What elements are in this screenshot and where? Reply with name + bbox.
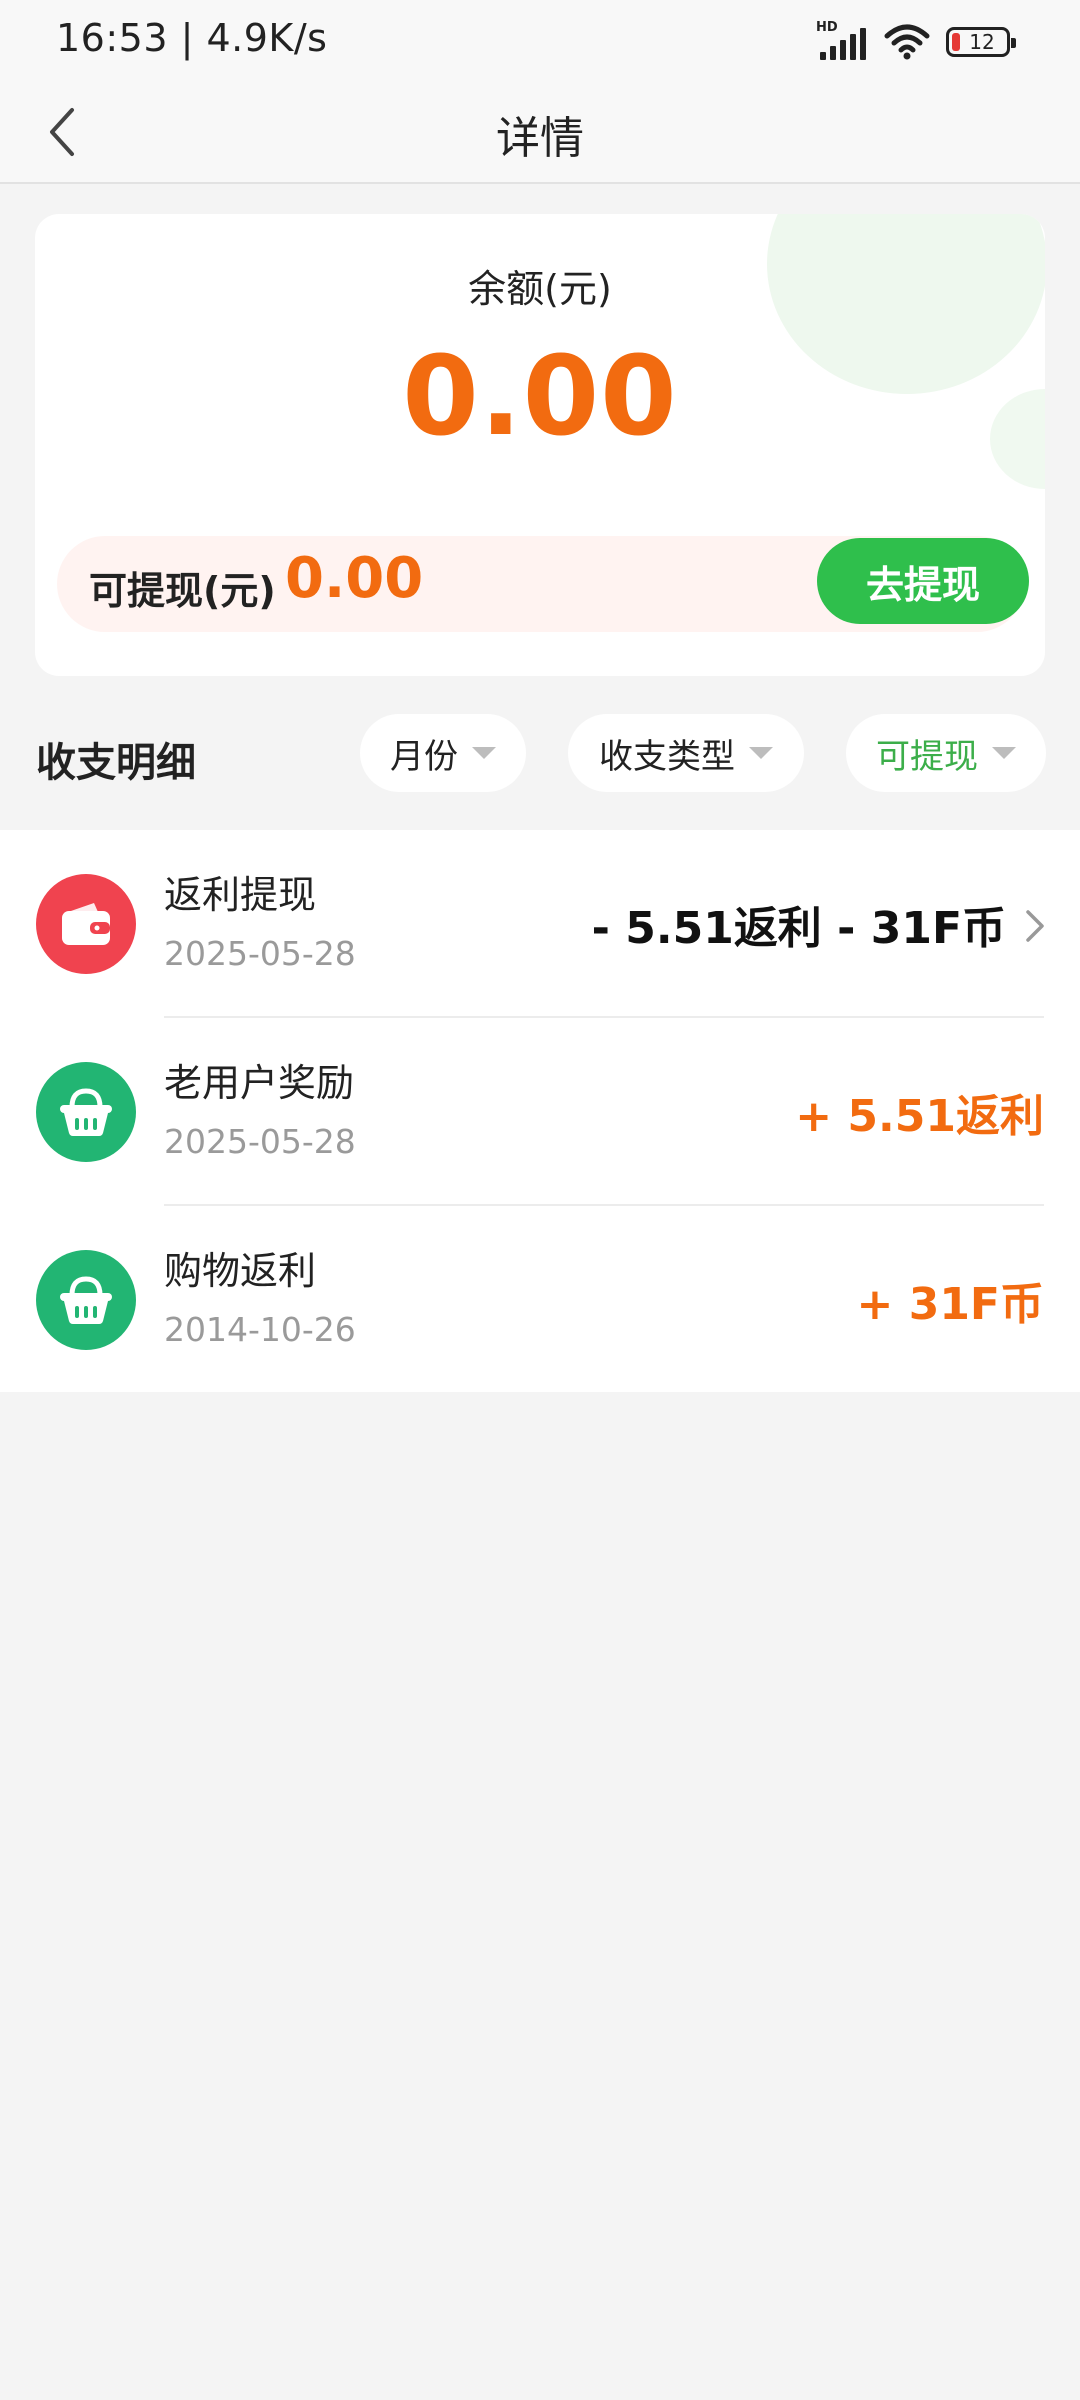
status-icons: HD 12 [816,20,1016,62]
transaction-amount: + 5.51返利 [795,1091,1044,1142]
balance-label: 余额(元) [468,267,612,311]
transaction-list: 返利提现 2025-05-28 - 5.51返利 - 31F币 老用户奖励 20… [0,830,1080,1392]
withdrawable-value: 0.00 [285,546,424,611]
transaction-row[interactable]: 老用户奖励 2025-05-28 + 5.51返利 [0,1018,1080,1206]
transaction-row[interactable]: 购物返利 2014-10-26 + 31F币 [0,1206,1080,1394]
page-title: 详情 [496,113,584,164]
transaction-title: 老用户奖励 [164,1061,355,1105]
nav-bar: 详情 [0,84,1080,184]
caret-down-icon [992,747,1016,759]
transaction-row[interactable]: 返利提现 2025-05-28 - 5.51返利 - 31F币 [0,830,1080,1018]
basket-icon [36,1250,136,1350]
month-filter[interactable]: 月份 [360,714,526,792]
status-bar: 16:53 | 4.9K/s HD 12 [0,0,1080,84]
battery-icon: 12 [946,27,1016,57]
battery-level: 12 [969,30,995,54]
transaction-title: 返利提现 [164,873,317,917]
chevron-right-icon [1026,910,1044,942]
balance-value: 0.00 [402,332,678,460]
caret-down-icon [472,747,496,759]
balance-card: 余额(元) 0.00 可提现(元) 0.00 去提现 [35,214,1045,676]
type-filter-label: 收支类型 [599,736,735,777]
section-title: 收支明细 [36,740,196,786]
transaction-date: 2025-05-28 [164,1122,356,1161]
withdrawable-filter[interactable]: 可提现 [846,714,1046,792]
month-filter-label: 月份 [390,736,458,777]
transaction-title: 购物返利 [164,1249,317,1293]
wifi-icon [884,24,930,60]
cellular-signal-icon: HD [816,20,868,62]
transaction-date: 2025-05-28 [164,934,356,973]
withdrawable-label: 可提现(元) [89,569,276,613]
transaction-amount: + 31F币 [856,1279,1044,1330]
battery-fill [952,33,960,51]
caret-down-icon [749,747,773,759]
withdrawable-bar: 可提现(元) 0.00 去提现 [57,536,1029,632]
type-filter[interactable]: 收支类型 [568,714,804,792]
withdrawable-filter-label: 可提现 [876,736,978,777]
wallet-icon [36,874,136,974]
transaction-date: 2014-10-26 [164,1310,356,1349]
withdraw-button[interactable]: 去提现 [817,538,1029,624]
basket-icon [36,1062,136,1162]
status-time: 16:53 | 4.9K/s [56,16,328,60]
transaction-amount: - 5.51返利 - 31F币 [591,903,1006,954]
